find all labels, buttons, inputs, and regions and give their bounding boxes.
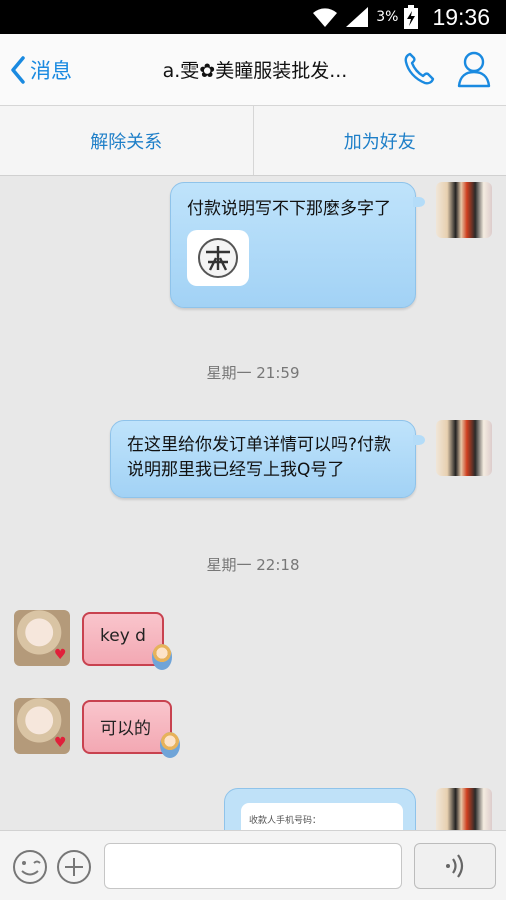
chevron-left-icon [11, 56, 25, 84]
plus-icon[interactable] [56, 849, 92, 885]
timestamp: 星期一 22:18 [206, 556, 300, 574]
battery-percent: 3% [376, 9, 399, 25]
wifi-icon [313, 8, 338, 27]
avatar-contact[interactable]: ♥ [14, 698, 70, 754]
chat-area[interactable]: 付款说明写不下那麼多字了 星期一 21:59 在这里给你发订单详情可以吗?付款说… [0, 176, 506, 830]
signal-icon [346, 7, 369, 27]
avatar-self[interactable] [436, 182, 492, 238]
message-text: 在这里给你发订单详情可以吗?付款说明那里我已经写上我Q号了 [127, 435, 392, 480]
doll-decoration-icon [152, 644, 172, 670]
voice-button[interactable] [414, 843, 496, 889]
add-friend-button[interactable]: 加为好友 [254, 106, 506, 175]
status-icons: 3% 19:36 [312, 4, 490, 30]
action-bar: 解除关系 加为好友 [0, 106, 506, 176]
heart-icon: ♥ [54, 735, 67, 751]
message-bubble-contact[interactable]: key d [82, 612, 172, 670]
clock: 19:36 [432, 3, 490, 30]
unfriend-button[interactable]: 解除关系 [0, 106, 253, 175]
input-bar [0, 830, 506, 900]
message-bubble-self[interactable]: 付款说明写不下那麼多字了 [170, 182, 425, 308]
image-message-bubble[interactable]: 收款人手机号码： [224, 788, 416, 830]
back-button[interactable]: 消息 [10, 52, 72, 88]
message-bubble-self[interactable]: 在这里给你发订单详情可以吗?付款说明那里我已经写上我Q号了 [110, 420, 425, 498]
heart-icon: ♥ [54, 647, 67, 663]
profile-icon[interactable] [456, 50, 492, 88]
status-bar: 3% 19:36 [0, 0, 506, 34]
voice-wave-icon [446, 854, 464, 878]
avatar-self[interactable] [436, 420, 492, 476]
message-text: 付款说明写不下那麼多字了 [187, 199, 391, 219]
battery-charging-icon [404, 5, 419, 29]
phone-icon[interactable] [402, 51, 436, 87]
sticker-image [187, 230, 249, 286]
message-text: 可以的 [100, 719, 151, 739]
message-bubble-contact[interactable]: 可以的 [82, 700, 180, 758]
image-text-snippet: 收款人手机号码： [249, 816, 322, 826]
avatar-self[interactable] [436, 788, 492, 830]
nav-bar: 消息 a.雯✿美瞳服装批发... [0, 34, 506, 106]
message-text: key d [100, 626, 146, 646]
message-input[interactable] [104, 843, 402, 889]
timestamp: 星期一 21:59 [206, 364, 300, 382]
avatar-contact[interactable]: ♥ [14, 610, 70, 666]
chat-title: a.雯✿美瞳服装批发... [162, 60, 348, 82]
back-label: 消息 [30, 59, 72, 83]
image-thumbnail: 收款人手机号码： [241, 803, 403, 830]
doll-decoration-icon [160, 732, 180, 758]
emoji-icon[interactable] [12, 849, 48, 885]
sticker-glyph-icon [198, 238, 238, 278]
